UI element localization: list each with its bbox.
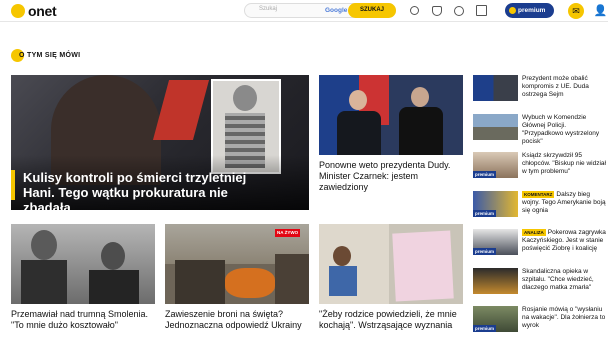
side-5-tag: ANALIZA	[522, 229, 546, 236]
onet-logo[interactable]: onet	[11, 3, 57, 19]
side-7-text[interactable]: Rosjanie mówią o "wysłaniu na wakacje". …	[522, 306, 608, 330]
bottom-2-title[interactable]: Zawieszenie broni na święta? Jednoznaczn…	[165, 309, 315, 331]
bottom-1-title[interactable]: Przemawiał nad trumną Smolenia. "To mnie…	[11, 309, 161, 331]
search-button[interactable]: SZUKAJ	[348, 3, 396, 18]
side-6-text[interactable]: Skandaliczna opieka w szpitalu. "Chce wi…	[522, 268, 608, 292]
tv-icon[interactable]	[476, 5, 487, 16]
side-2-image[interactable]	[473, 114, 518, 140]
play-icon[interactable]	[454, 6, 464, 16]
top-middle-image[interactable]	[319, 75, 463, 155]
bottom-3-title[interactable]: "Żeby rodzice powiedzieli, że mnie kocha…	[319, 309, 469, 331]
logo-text: onet	[28, 3, 57, 19]
side-7-premium-badge: premium	[473, 325, 497, 332]
side-4-text[interactable]: KOMENTARZ Dalszy bieg wojny. Tego Ameryka…	[522, 191, 608, 215]
side-5-text[interactable]: ANALIZA Pokerowa zagrywka Kaczyńskiego. J…	[522, 229, 608, 253]
top-middle-title[interactable]: Ponowne weto prezydenta Dudy. Minister C…	[319, 160, 469, 193]
side-4-premium-badge: premium	[473, 210, 497, 217]
side-2-text[interactable]: Wybuch w Komendzie Głównej Policji. "Prz…	[522, 114, 608, 146]
bell-icon[interactable]	[410, 6, 419, 15]
side-1-image[interactable]	[473, 75, 518, 101]
side-6-image[interactable]	[473, 268, 518, 294]
side-5-premium-badge: premium	[473, 248, 497, 255]
bottom-3-image[interactable]	[319, 224, 463, 304]
hero-accent	[11, 170, 15, 200]
section-header: O TYM SIĘ MÓWI	[11, 48, 80, 62]
section-title: O TYM SIĘ MÓWI	[19, 51, 81, 59]
search-box[interactable]: Szukaj Google SZUKAJ	[244, 3, 396, 18]
side-5-image[interactable]: premium	[473, 229, 518, 255]
side-3-premium-badge: premium	[473, 171, 497, 178]
mail-icon[interactable]: ✉	[568, 3, 584, 19]
logo-dot-icon	[11, 4, 25, 18]
side-4-image[interactable]: premium	[473, 191, 518, 217]
side-1-text[interactable]: Prezydent może obalić kompromis z UE. Du…	[522, 75, 608, 99]
side-7-image[interactable]: premium	[473, 306, 518, 332]
premium-button[interactable]: premium	[505, 3, 554, 18]
horoscope-icon[interactable]	[432, 6, 442, 16]
hero-article[interactable]: Kulisy kontroli po śmierci trzyletniej H…	[11, 75, 309, 210]
user-icon[interactable]: 👤	[593, 3, 608, 19]
search-provider: Google	[325, 6, 348, 14]
side-4-tag: KOMENTARZ	[522, 191, 555, 198]
live-badge: NA ŻYWO	[275, 229, 301, 237]
side-3-image[interactable]: premium	[473, 152, 518, 178]
hero-title: Kulisy kontroli po śmierci trzyletniej H…	[23, 170, 247, 210]
side-3-text[interactable]: Ksiądz skrzywdził 95 chłopców. "Biskup n…	[522, 152, 608, 176]
premium-label: premium	[518, 7, 546, 14]
bottom-1-image[interactable]	[11, 224, 155, 304]
top-bar: onet Szukaj Google SZUKAJ premium ✉ 👤	[0, 0, 608, 22]
search-input[interactable]: Szukaj	[259, 6, 277, 12]
premium-dot-icon	[509, 7, 516, 14]
